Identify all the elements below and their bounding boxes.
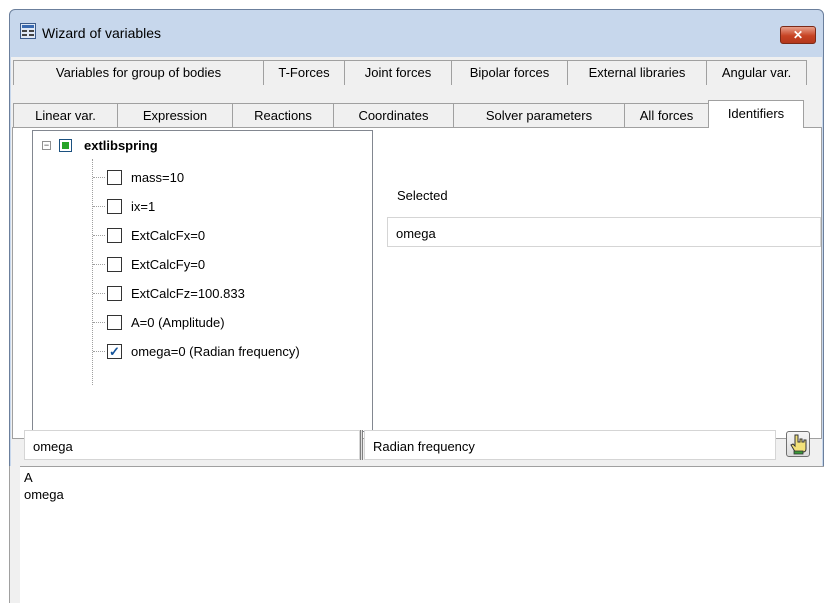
- tree-item-checkbox[interactable]: [107, 228, 122, 243]
- app-icon: [20, 23, 36, 39]
- memo-line: A: [24, 470, 33, 485]
- root-checkbox[interactable]: [59, 139, 72, 152]
- tree-item-checkbox[interactable]: [107, 199, 122, 214]
- tab-expression[interactable]: Expression: [117, 103, 233, 128]
- tree-connector: [93, 264, 105, 265]
- hand-pointer-icon: [790, 434, 807, 455]
- selected-field[interactable]: omega: [387, 217, 821, 247]
- tab-joint-forces[interactable]: Joint forces: [344, 60, 452, 85]
- tree-item-label[interactable]: ExtCalcFx=0: [131, 228, 205, 243]
- close-icon: ✕: [792, 28, 804, 42]
- tree-item-label[interactable]: ix=1: [131, 199, 155, 214]
- tree-item-label[interactable]: mass=10: [131, 170, 184, 185]
- tab-coordinates[interactable]: Coordinates: [333, 103, 454, 128]
- window-title: Wizard of variables: [42, 25, 162, 41]
- tab-all-forces[interactable]: All forces: [624, 103, 709, 128]
- tree-connector: [93, 177, 105, 178]
- tree-item-label[interactable]: ExtCalcFz=100.833: [131, 286, 245, 301]
- collapse-icon[interactable]: −: [42, 141, 51, 150]
- tab-variables-for-group-of-bodies[interactable]: Variables for group of bodies: [13, 60, 264, 85]
- tree-item-label[interactable]: ExtCalcFy=0: [131, 257, 205, 272]
- tab-angular-var[interactable]: Angular var.: [706, 60, 807, 85]
- splitter[interactable]: [360, 430, 363, 460]
- tree-item-label[interactable]: omega=0 (Radian frequency): [131, 344, 300, 359]
- tab-linear-var[interactable]: Linear var.: [13, 103, 118, 128]
- identifier-name-field[interactable]: omega: [24, 430, 360, 460]
- title-bar[interactable]: Wizard of variables ✕: [10, 10, 823, 60]
- tab-t-forces[interactable]: T-Forces: [263, 60, 345, 85]
- tree-connector: [93, 235, 105, 236]
- tab-external-libraries[interactable]: External libraries: [567, 60, 707, 85]
- tab-reactions[interactable]: Reactions: [232, 103, 334, 128]
- tree-item-checkbox[interactable]: [107, 170, 122, 185]
- memo-gutter: [9, 466, 20, 603]
- tab-identifiers[interactable]: Identifiers: [708, 100, 804, 128]
- memo-line: omega: [24, 487, 64, 502]
- tree-root-label[interactable]: extlibspring: [84, 138, 158, 153]
- identifier-description-field[interactable]: Radian frequency: [364, 430, 776, 460]
- identifiers-memo[interactable]: A omega: [20, 466, 824, 603]
- tree-connector: [93, 351, 105, 352]
- tab-solver-parameters[interactable]: Solver parameters: [453, 103, 625, 128]
- tree-item-checkbox[interactable]: [107, 286, 122, 301]
- tree-connector: [93, 206, 105, 207]
- apply-button[interactable]: [786, 431, 810, 457]
- tree-item-checkbox[interactable]: ✓: [107, 344, 122, 359]
- identifier-tree[interactable]: − extlibspring mass=10 ix=1 ExtCalcFx=0 Ext…: [32, 130, 373, 432]
- selected-label: Selected: [397, 188, 448, 203]
- tree-item-checkbox[interactable]: [107, 257, 122, 272]
- tab-bipolar-forces[interactable]: Bipolar forces: [451, 60, 568, 85]
- tree-item-checkbox[interactable]: [107, 315, 122, 330]
- tree-connector: [93, 322, 105, 323]
- close-button[interactable]: ✕: [780, 26, 816, 44]
- tree-item-label[interactable]: A=0 (Amplitude): [131, 315, 225, 330]
- tree-connector: [93, 293, 105, 294]
